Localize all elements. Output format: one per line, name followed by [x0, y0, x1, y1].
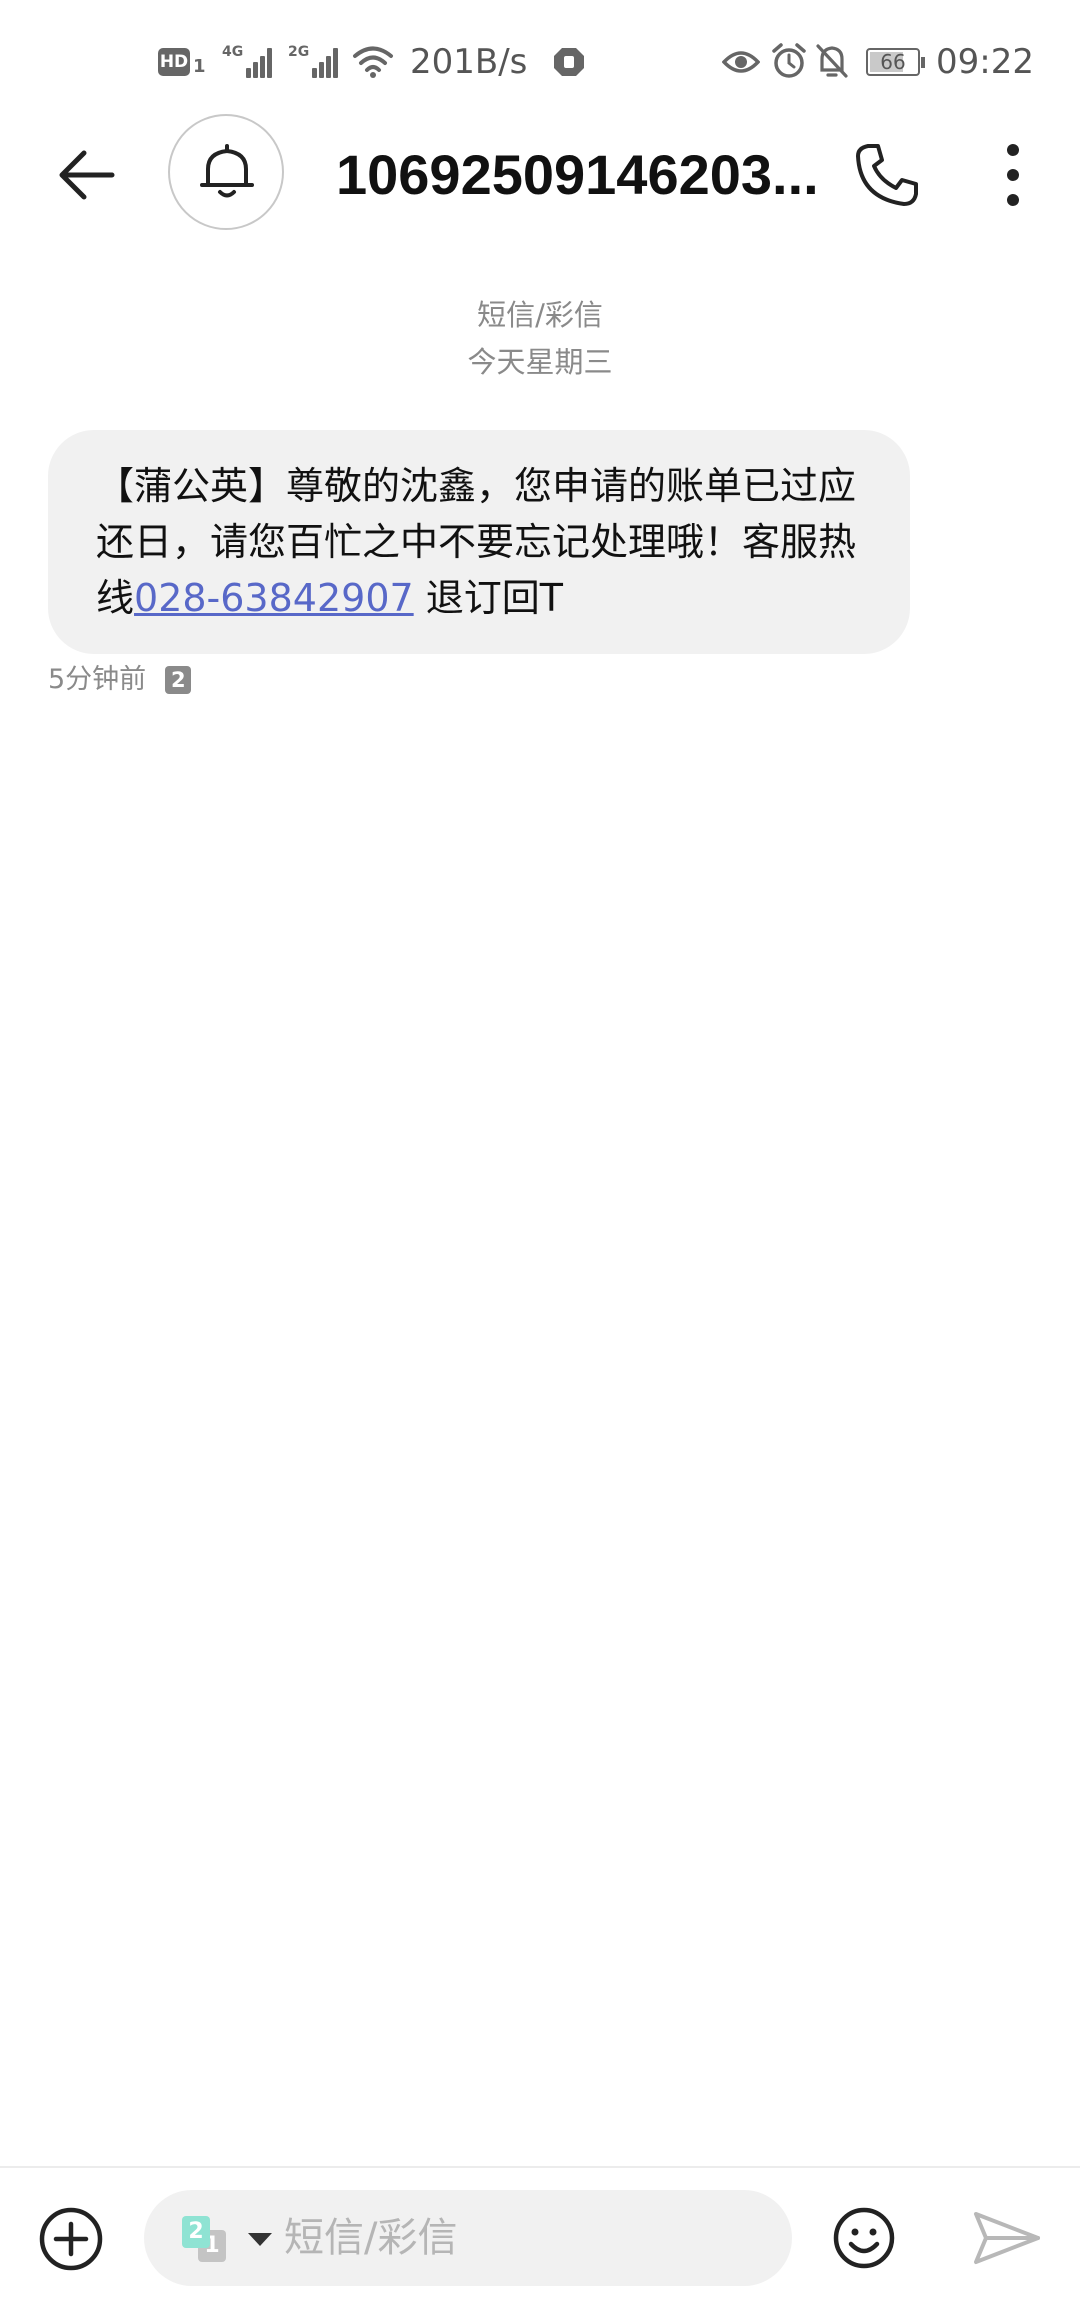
sim-front-badge: 2	[182, 2216, 210, 2248]
clock: 09:22	[936, 42, 1034, 82]
send-icon	[974, 2212, 1040, 2264]
wifi-icon	[353, 46, 393, 78]
compose-box: 1 2	[144, 2190, 792, 2286]
chevron-down-icon[interactable]	[248, 2233, 272, 2246]
more-options-button[interactable]	[990, 138, 1036, 212]
alarm-icon	[772, 43, 806, 78]
phone-link[interactable]: 028-63842907	[134, 576, 414, 620]
conversation-header: 10692509146203...	[0, 110, 1080, 240]
eye-icon	[722, 51, 760, 73]
status-bar: HD 1 4G 2G 201B/s 66 09:22	[0, 0, 1080, 125]
battery-icon: 66	[866, 48, 925, 76]
back-button[interactable]	[40, 135, 130, 215]
phone-icon	[856, 144, 918, 206]
composer-divider	[0, 2166, 1080, 2168]
shield-icon	[554, 48, 584, 76]
conversation-type-label: 短信/彩信	[477, 298, 603, 332]
send-button[interactable]	[972, 2208, 1042, 2268]
net-speed: 201B/s	[410, 42, 528, 82]
message-bubble[interactable]: 【蒲公英】尊敬的沈鑫，您申请的账单已过应还日，请您百忙之中不要忘记处理哦！客服热…	[48, 430, 910, 654]
emoji-icon	[833, 2207, 895, 2269]
sim-switch-icon[interactable]: 1 2	[182, 2216, 228, 2262]
message-input[interactable]	[284, 2204, 764, 2272]
message-text-suffix: 退订回T	[413, 576, 563, 620]
battery-level: 66	[880, 50, 906, 74]
message-meta: 5分钟前 2	[48, 660, 192, 700]
bell-icon	[200, 144, 254, 198]
call-button[interactable]	[850, 138, 924, 212]
hd-sim-label: 1	[193, 56, 206, 77]
network-type-2: 2G	[288, 44, 310, 60]
network-type-1: 4G	[222, 44, 244, 60]
back-arrow-icon	[59, 150, 115, 200]
signal-icon	[312, 44, 342, 78]
emoji-button[interactable]	[832, 2206, 896, 2270]
sim-badge: 2	[165, 666, 192, 694]
more-vert-icon	[1007, 144, 1019, 206]
add-attachment-button[interactable]	[38, 2206, 104, 2272]
contact-title[interactable]: 10692509146203...	[336, 140, 826, 210]
message-time: 5分钟前	[48, 664, 147, 695]
contact-avatar[interactable]	[168, 114, 284, 230]
conversation-date-label: 今天星期三	[467, 345, 613, 379]
hd-icon: HD	[158, 48, 190, 76]
add-icon	[39, 2207, 103, 2271]
signal-icon	[246, 44, 276, 78]
bell-off-icon	[816, 44, 848, 78]
